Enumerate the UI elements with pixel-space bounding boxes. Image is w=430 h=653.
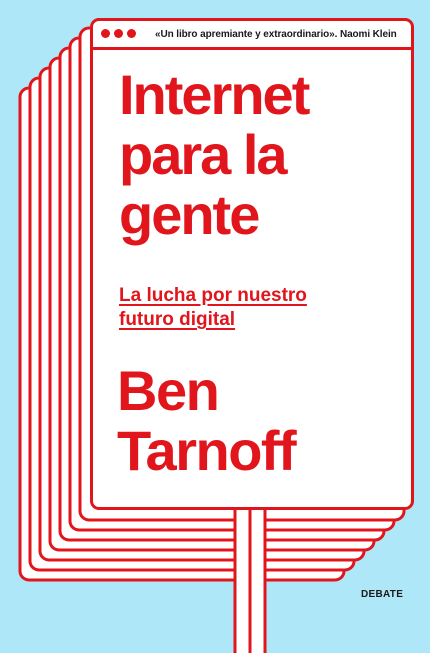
subtitle-line: La lucha por nuestro (119, 285, 307, 306)
window-controls (101, 29, 136, 38)
author-line: Ben (117, 359, 220, 422)
window-dot-icon (114, 29, 123, 38)
title-line: Internet (119, 63, 310, 126)
front-window: «Un libro apremiante y extraordinario». … (90, 18, 414, 510)
window-stand (233, 506, 267, 653)
window-dot-icon (101, 29, 110, 38)
window-dot-icon (127, 29, 136, 38)
book-subtitle: La lucha por nuestro futuro digital (119, 284, 359, 332)
subtitle-line: futuro digital (119, 309, 236, 330)
title-line: gente (119, 183, 260, 246)
endorsement-quote: «Un libro apremiante y extraordinario». … (155, 29, 397, 40)
book-title: Internet para la gente (119, 65, 419, 245)
author-name: Ben Tarnoff (117, 361, 417, 481)
title-line: para la (119, 123, 288, 186)
publisher-logo: DEBATE (361, 589, 404, 600)
author-line: Tarnoff (117, 419, 297, 482)
title-bar-divider (93, 47, 411, 50)
book-cover: «Un libro apremiante y extraordinario». … (0, 0, 430, 653)
